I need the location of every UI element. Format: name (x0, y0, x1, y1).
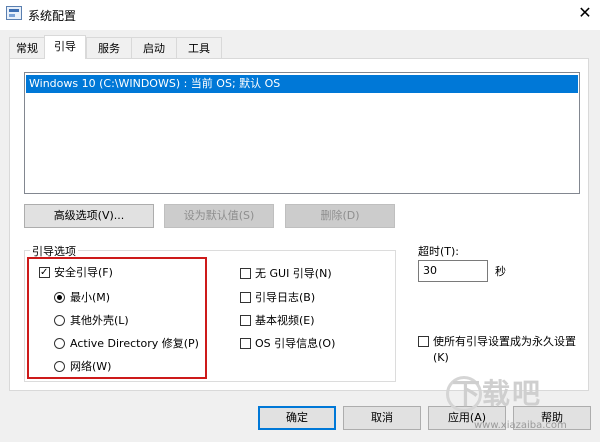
os-list[interactable]: Windows 10 (C:\WINDOWS) : 当前 OS; 默认 OS (24, 72, 580, 194)
radio-icon[interactable] (54, 315, 65, 326)
radio-selected-icon[interactable] (54, 292, 65, 303)
radio-alternate-shell-label: 其他外壳(L) (70, 314, 129, 327)
make-permanent-checkbox[interactable]: 使所有引导设置成为永久设置 (K) (418, 334, 576, 366)
os-boot-info-checkbox[interactable]: OS 引导信息(O) (240, 336, 335, 352)
window-title: 系统配置 (28, 9, 77, 23)
radio-icon[interactable] (54, 338, 65, 349)
os-boot-info-label: OS 引导信息(O) (255, 337, 336, 350)
make-permanent-accel: (K) (433, 351, 449, 364)
title-bar: 系统配置 ✕ (0, 0, 600, 30)
boot-log-label: 引导日志(B) (255, 291, 316, 304)
radio-minimal[interactable]: 最小(M) (54, 290, 110, 306)
timeout-unit: 秒 (495, 265, 506, 278)
watermark-text: 下载吧 (452, 377, 543, 410)
advanced-options-button[interactable]: 高级选项(V)... (24, 204, 154, 228)
msconfig-icon (6, 6, 22, 20)
tab-general[interactable]: 常规 (9, 37, 45, 58)
radio-network[interactable]: 网络(W) (54, 359, 111, 375)
base-video-label: 基本视频(E) (255, 314, 315, 327)
close-icon[interactable]: ✕ (576, 4, 594, 22)
radio-ad-repair-label: Active Directory 修复(P) (70, 337, 199, 350)
radio-icon[interactable] (54, 361, 65, 372)
delete-button[interactable]: 删除(D) (285, 204, 395, 228)
checkbox-icon[interactable] (418, 336, 429, 347)
os-list-item[interactable]: Windows 10 (C:\WINDOWS) : 当前 OS; 默认 OS (26, 75, 578, 93)
checkbox-checked-icon[interactable] (39, 265, 50, 281)
no-gui-boot-label: 无 GUI 引导(N) (255, 267, 332, 280)
timeout-input[interactable]: 30 (418, 260, 488, 282)
checkbox-icon[interactable] (240, 268, 251, 279)
checkbox-icon[interactable] (240, 315, 251, 326)
no-gui-boot-checkbox[interactable]: 无 GUI 引导(N) (240, 266, 332, 282)
boot-log-checkbox[interactable]: 引导日志(B) (240, 290, 315, 306)
cancel-button[interactable]: 取消 (343, 406, 421, 430)
tab-tools[interactable]: 工具 (176, 37, 222, 58)
safe-boot-label: 安全引导(F) (54, 266, 113, 279)
radio-minimal-label: 最小(M) (70, 291, 111, 304)
radio-network-label: 网络(W) (70, 360, 112, 373)
tab-boot[interactable]: 引导 (44, 35, 86, 59)
safe-boot-checkbox[interactable]: 安全引导(F) (39, 265, 113, 281)
checkbox-icon[interactable] (240, 338, 251, 349)
watermark-url: www.xiazaiba.com (474, 420, 567, 431)
tab-startup[interactable]: 启动 (131, 37, 177, 58)
tab-services[interactable]: 服务 (86, 37, 132, 58)
ok-button[interactable]: 确定 (258, 406, 336, 430)
set-default-button[interactable]: 设为默认值(S) (164, 204, 274, 228)
radio-alternate-shell[interactable]: 其他外壳(L) (54, 313, 129, 329)
checkbox-icon[interactable] (240, 292, 251, 303)
base-video-checkbox[interactable]: 基本视频(E) (240, 313, 315, 329)
make-permanent-label: 使所有引导设置成为永久设置 (433, 335, 576, 348)
timeout-label: 超时(T): (418, 245, 460, 258)
radio-ad-repair[interactable]: Active Directory 修复(P) (54, 336, 199, 352)
